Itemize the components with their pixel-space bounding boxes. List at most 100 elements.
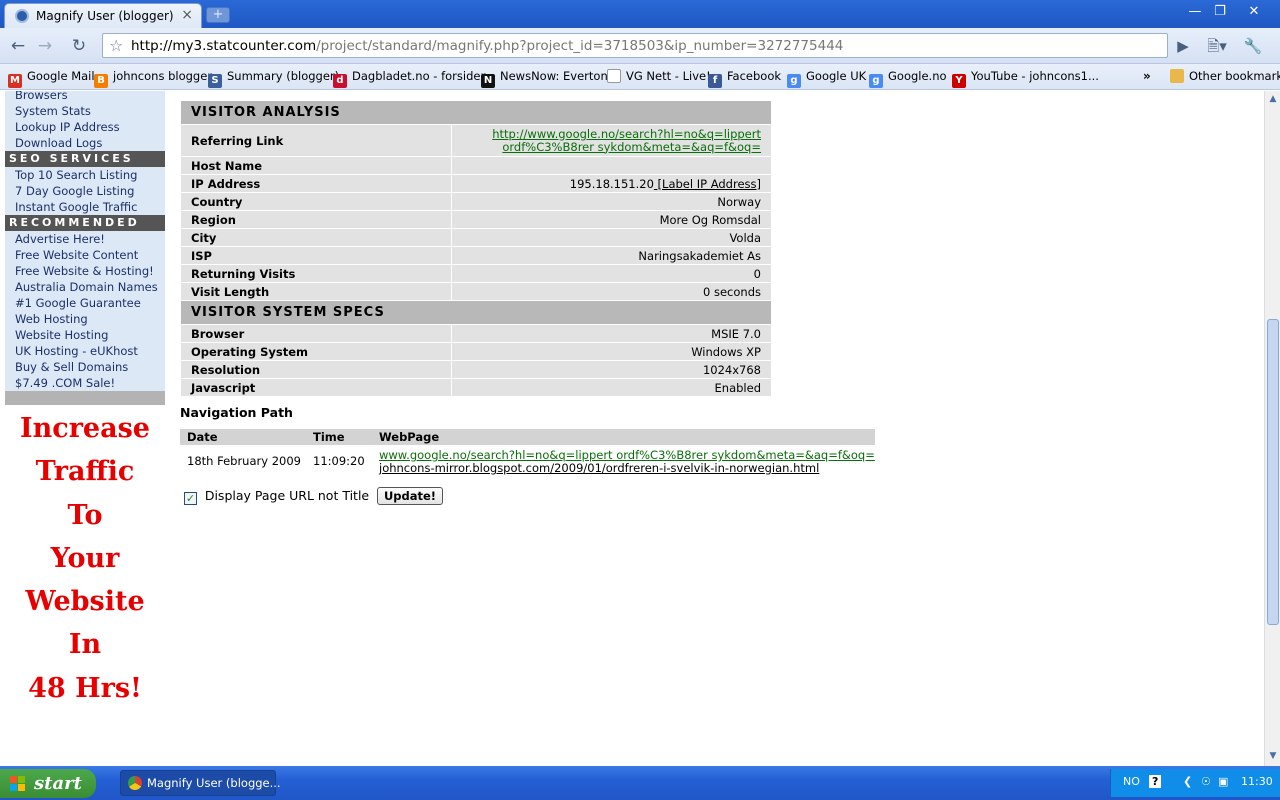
page-scrollbar[interactable]: ▲ ▼: [1264, 91, 1280, 766]
sidebar-item-browsers[interactable]: Browsers: [5, 91, 165, 103]
wrench-menu-icon[interactable]: 🔧▾: [1240, 35, 1266, 77]
bookmark-facebook[interactable]: f Facebook: [708, 69, 782, 88]
sidebar-item-free-website-hosting[interactable]: Free Website & Hosting!: [5, 263, 165, 279]
blogger-icon: B: [94, 74, 108, 88]
bookmark-star-icon[interactable]: ☆: [109, 36, 123, 55]
region-value: More Og Romsdal: [451, 210, 772, 229]
sidebar-item-buy-sell-domains[interactable]: Buy & Sell Domains: [5, 359, 165, 375]
sidebar-item-instant-google-traffic[interactable]: Instant Google Traffic: [5, 199, 165, 215]
google-icon: g: [869, 74, 883, 88]
tab-close-icon[interactable]: ×: [181, 7, 193, 23]
forward-arrow-icon[interactable]: →: [33, 34, 57, 58]
sidebar-item-website-hosting[interactable]: Website Hosting: [5, 327, 165, 343]
taskbar-item-chrome[interactable]: Magnify User (blogge...: [120, 770, 281, 796]
bookmark-summary-blogger[interactable]: S Summary (blogger): [208, 69, 340, 88]
sidebar-item-australia-domain-names[interactable]: Australia Domain Names: [5, 279, 165, 295]
sidebar-item-top-10-search-listing[interactable]: Top 10 Search Listing: [5, 167, 165, 183]
page-viewport: Browsers System Stats Lookup IP Address Dow…: [0, 91, 1264, 766]
start-button[interactable]: start: [0, 769, 96, 798]
increase-traffic-ad[interactable]: Increase Traffic To Your Website In 48 Hrs!: [5, 407, 165, 710]
dagbladet-icon: d: [333, 74, 347, 88]
ad-line: 48 Hrs!: [28, 672, 142, 704]
tab-magnify-user[interactable]: Magnify User (blogger) ×: [4, 3, 202, 28]
newsnow-icon: N: [481, 74, 495, 88]
visitor-analysis-header: VISITOR ANALYSIS: [180, 100, 772, 125]
bookmark-newsnow-everton[interactable]: N NewsNow: Everton: [481, 69, 608, 88]
other-bookmarks-folder[interactable]: Other bookmarks: [1170, 69, 1280, 85]
display-url-label: Display Page URL not Title: [204, 488, 370, 503]
bookmark-google-mail[interactable]: M Google Mail: [8, 69, 95, 88]
sidebar-item-system-stats[interactable]: System Stats: [5, 103, 165, 119]
bookmark-google-uk[interactable]: g Google UK: [787, 69, 866, 88]
sidebar-item-web-hosting[interactable]: Web Hosting: [5, 311, 165, 327]
webpage-link-search[interactable]: www.google.no/search?hl=no&q=lippert ord…: [379, 448, 875, 462]
close-window-icon[interactable]: ✕: [1243, 3, 1265, 21]
webpage-link-blog[interactable]: johncons-mirror.blogspot.com/2009/01/ord…: [379, 461, 819, 475]
youtube-icon: Y: [952, 74, 966, 88]
back-arrow-icon[interactable]: ←: [6, 34, 30, 58]
visit-length-label: Visit Length: [180, 282, 452, 301]
col-time: Time: [306, 429, 372, 445]
table-row: Visit Length 0 seconds: [180, 282, 772, 301]
update-button[interactable]: Update!: [376, 487, 444, 505]
network-icon[interactable]: ☉: [1201, 775, 1211, 788]
scroll-up-icon[interactable]: ▲: [1267, 94, 1279, 106]
page-menu-icon[interactable]: 🗎▾: [1204, 35, 1230, 57]
page-icon: [607, 69, 621, 83]
sidebar-item-free-website-content[interactable]: Free Website Content: [5, 247, 165, 263]
bookmark-youtube-johncons1[interactable]: Y YouTube - johncons1...: [952, 69, 1099, 88]
returning-visits-label: Returning Visits: [180, 264, 452, 283]
bookmark-label: johncons blogger: [113, 69, 213, 83]
bookmarks-overflow-icon[interactable]: »: [1143, 69, 1151, 85]
address-bar[interactable]: ☆ http://my3.statcounter.com/project/sta…: [102, 33, 1168, 58]
ip-address-label: IP Address: [180, 174, 452, 193]
bookmark-dagbladet-no-forsiden[interactable]: d Dagbladet.no - forsiden: [333, 69, 488, 88]
bookmark-google-no[interactable]: g Google.no: [869, 69, 947, 88]
reload-icon[interactable]: ↻: [67, 34, 91, 58]
bookmark-label: Summary (blogger): [227, 69, 340, 83]
bookmark-label: Dagbladet.no - forsiden: [352, 69, 488, 83]
statcounter-icon: S: [208, 74, 222, 88]
minimize-icon[interactable]: —: [1184, 3, 1206, 21]
sidebar-item-7-day-google-listing[interactable]: 7 Day Google Listing: [5, 183, 165, 199]
table-row: City Volda: [180, 228, 772, 247]
sidebar-item-advertise-here[interactable]: Advertise Here!: [5, 231, 165, 247]
sidebar-item-uk-hosting-eukhost[interactable]: UK Hosting - eUKhost: [5, 343, 165, 359]
ad-line: Increase: [20, 413, 150, 444]
ad-line: Your: [50, 542, 120, 574]
go-arrow-icon[interactable]: ▶: [1170, 35, 1196, 57]
bookmark-label: Facebook: [727, 69, 782, 83]
table-row: Returning Visits 0: [180, 264, 772, 283]
restore-icon[interactable]: ❐: [1209, 3, 1231, 21]
scrollbar-thumb[interactable]: [1267, 319, 1279, 625]
label-ip-address-link[interactable]: [Label IP Address]: [654, 177, 761, 191]
sidebar-menu: Browsers System Stats Lookup IP Address Dow…: [5, 91, 165, 405]
bookmark-vg-nett-live[interactable]: VG Nett - Live!: [607, 69, 711, 85]
windows-flag-icon: [10, 776, 26, 792]
language-indicator[interactable]: NO: [1123, 775, 1140, 788]
security-icon[interactable]: ▣: [1218, 775, 1228, 788]
sidebar-item-7-49-com-sale[interactable]: $7.49 .COM Sale!: [5, 375, 165, 391]
navigation-path-table: Date Time WebPage 18th February 2009 11:…: [180, 429, 875, 475]
sidebar-item-lookup-ip-address[interactable]: Lookup IP Address: [5, 119, 165, 135]
help-icon[interactable]: ?: [1149, 775, 1162, 788]
table-row: Resolution 1024x768: [180, 360, 772, 379]
isp-label: ISP: [180, 246, 452, 265]
url-text: http://my3.statcounter.com/project/stand…: [131, 38, 844, 54]
sidebar-item-download-logs[interactable]: Download Logs: [5, 135, 165, 151]
new-tab-button[interactable]: +: [206, 7, 230, 23]
table-row: IP Address 195.18.151.20 [Label IP Addres…: [180, 174, 772, 193]
ad-line: Website: [25, 586, 145, 618]
table-row: Host Name: [180, 156, 772, 175]
sidebar-item-1-google-guarantee[interactable]: #1 Google Guarantee: [5, 295, 165, 311]
isp-value: Naringsakademiet As: [451, 246, 772, 265]
google-icon: g: [787, 74, 801, 88]
bookmark-johncons-blogger[interactable]: Bjohncons blogger: [94, 69, 213, 88]
scroll-down-icon[interactable]: ▼: [1267, 751, 1279, 763]
display-url-checkbox[interactable]: ✓: [184, 492, 197, 505]
tray-arrow-icon[interactable]: ❮: [1183, 775, 1192, 788]
table-row: Operating System Windows XP: [180, 342, 772, 361]
referring-link[interactable]: http://www.google.no/search?hl=no&q=lipp…: [492, 127, 761, 154]
bookmark-label: YouTube - johncons1...: [971, 69, 1099, 83]
facebook-icon: f: [708, 74, 722, 88]
